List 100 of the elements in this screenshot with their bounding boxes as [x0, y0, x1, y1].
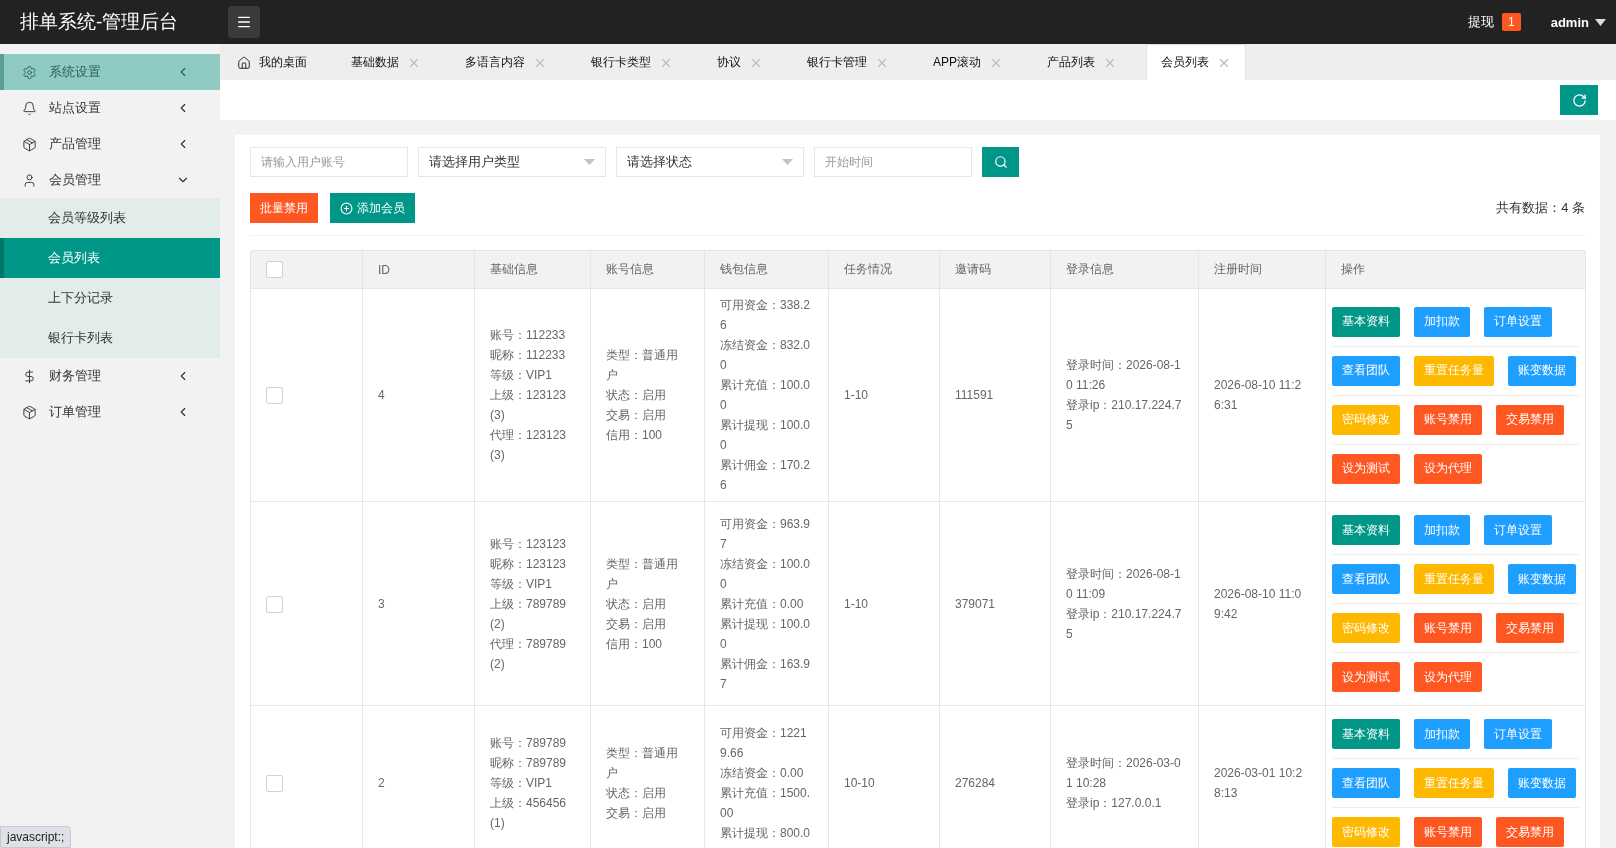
row-checkbox[interactable]: [266, 387, 283, 405]
action-button[interactable]: 交易禁用: [1496, 817, 1564, 847]
info-line: 等级：VIP1: [490, 775, 553, 792]
action-button[interactable]: 查看团队: [1332, 768, 1400, 798]
tab[interactable]: 会员列表: [1146, 44, 1246, 80]
info-line: 等级：VIP1: [490, 367, 553, 384]
action-button[interactable]: 设为代理: [1414, 662, 1482, 692]
info-line: 等级：VIP1: [490, 575, 553, 593]
action-button[interactable]: 设为测试: [1332, 662, 1400, 692]
table-cell: 1-10: [828, 288, 940, 502]
sidebar-item[interactable]: 财务管理: [0, 358, 220, 394]
app-title: 排单系统-管理后台: [19, 10, 180, 34]
action-button[interactable]: 交易禁用: [1496, 613, 1564, 643]
action-button[interactable]: 重置任务量: [1414, 768, 1494, 798]
user-menu[interactable]: admin: [1550, 14, 1589, 30]
tab[interactable]: 银行卡管理: [792, 44, 904, 80]
sidebar-item[interactable]: 站点设置: [0, 90, 220, 126]
sidebar-item[interactable]: 产品管理: [0, 126, 220, 162]
text-field[interactable]: 开始时间: [814, 147, 972, 177]
text-field[interactable]: 请输入用户账号: [250, 147, 408, 177]
action-button[interactable]: 订单设置: [1484, 306, 1552, 337]
plus-circle-icon: [340, 201, 353, 215]
column-header: 任务情况: [828, 250, 940, 289]
info-line: 类型：普通用户: [606, 745, 679, 782]
row-checkbox[interactable]: [266, 775, 283, 793]
action-button[interactable]: 密码修改: [1332, 613, 1400, 643]
caret-icon: [584, 159, 595, 165]
action-button[interactable]: 加扣款: [1414, 515, 1470, 545]
submenu-item[interactable]: 会员列表: [0, 238, 220, 278]
tab[interactable]: 多语言内容: [450, 44, 562, 80]
action-button[interactable]: 账号禁用: [1414, 613, 1482, 643]
action-button[interactable]: 查看团队: [1332, 564, 1400, 594]
action-button[interactable]: 重置任务量: [1414, 355, 1494, 386]
action-button[interactable]: 交易禁用: [1496, 404, 1564, 435]
withdraw-link[interactable]: 提现: [1468, 13, 1494, 31]
tab[interactable]: 基础数据: [336, 44, 436, 80]
row-checkbox[interactable]: [266, 595, 283, 613]
submenu-item[interactable]: 上下分记录: [0, 278, 220, 318]
search-button[interactable]: [982, 147, 1019, 177]
bell-icon: [22, 100, 37, 116]
dollar-icon: [22, 368, 37, 384]
sidebar-item[interactable]: 系统设置: [0, 54, 220, 90]
action-button[interactable]: 账号禁用: [1414, 404, 1482, 435]
sidebar-item[interactable]: 订单管理: [0, 394, 220, 430]
info-line: 代理：123123(3): [490, 427, 568, 464]
box-icon: [22, 404, 37, 420]
column-header: 钱包信息: [704, 250, 829, 289]
info-line: 交易：启用: [606, 615, 667, 633]
refresh-button[interactable]: [1560, 85, 1598, 115]
info-line: 昵称：789789: [490, 755, 568, 772]
action-button[interactable]: 基本资料: [1332, 515, 1400, 545]
info-line: 上级：123123(3): [490, 387, 568, 424]
select-all-checkbox[interactable]: [266, 261, 283, 278]
column-header: 登录信息: [1050, 250, 1199, 289]
action-button[interactable]: 基本资料: [1332, 306, 1400, 337]
submenu-item[interactable]: 银行卡列表: [0, 318, 220, 358]
count-badge: 1: [1502, 13, 1521, 31]
info-line: 登录时间：2026-08-10 11:26: [1066, 357, 1182, 394]
action-button[interactable]: 加扣款: [1414, 719, 1470, 749]
info-line: 昵称：112233: [490, 347, 567, 364]
action-button[interactable]: 重置任务量: [1414, 564, 1494, 594]
info-line: 累计佣金：170.26: [720, 457, 812, 494]
action-button[interactable]: 订单设置: [1484, 719, 1552, 749]
action-button[interactable]: 密码修改: [1332, 404, 1400, 435]
action-button[interactable]: 账变数据: [1508, 768, 1576, 798]
sidebar-item[interactable]: 会员管理: [0, 162, 220, 198]
info-line: 账号：789789: [490, 735, 568, 752]
tab[interactable]: 协议: [702, 44, 778, 80]
action-button[interactable]: 设为测试: [1332, 453, 1400, 484]
info-line: 登录ip：127.0.0.1: [1066, 795, 1163, 812]
table-cell: 2026-08-10 11:26:31: [1198, 288, 1326, 502]
info-line: 累计充值：1500.00: [720, 785, 812, 822]
action-button[interactable]: 设为代理: [1414, 453, 1482, 484]
menu-button[interactable]: [228, 6, 260, 38]
action-button[interactable]: 账变数据: [1508, 355, 1576, 386]
info-line: 交易：启用: [606, 805, 667, 822]
status-url: javascript:;: [0, 826, 72, 848]
action-button[interactable]: 密码修改: [1332, 817, 1400, 847]
tab[interactable]: 我的桌面: [222, 44, 322, 80]
action-button[interactable]: 账号禁用: [1414, 817, 1482, 847]
tab[interactable]: 银行卡类型: [576, 44, 688, 80]
caret-icon: [1595, 18, 1606, 26]
action-button[interactable]: 账变数据: [1508, 564, 1576, 594]
column-header: 账号信息: [590, 250, 705, 289]
info-line: 累计提现：100.00: [720, 417, 812, 454]
select-field[interactable]: 请选择用户类型: [418, 147, 606, 177]
submenu-item[interactable]: 会员等级列表: [0, 198, 220, 238]
home-icon: [237, 55, 251, 70]
tab[interactable]: APP滚动: [918, 44, 1018, 80]
select-field[interactable]: 请选择状态: [616, 147, 804, 177]
action-button[interactable]: 基本资料: [1332, 719, 1400, 749]
action-button[interactable]: 查看团队: [1332, 355, 1400, 386]
user-icon: [22, 172, 37, 188]
tab[interactable]: 产品列表: [1032, 44, 1132, 80]
bulk-disable-button[interactable]: 批量禁用: [250, 193, 318, 223]
action-button[interactable]: 订单设置: [1484, 515, 1552, 545]
table-cell: 379071: [939, 501, 1051, 706]
add-member-button[interactable]: 添加会员: [330, 193, 415, 223]
action-button[interactable]: 加扣款: [1414, 306, 1470, 337]
info-line: 状态：启用: [606, 785, 667, 802]
